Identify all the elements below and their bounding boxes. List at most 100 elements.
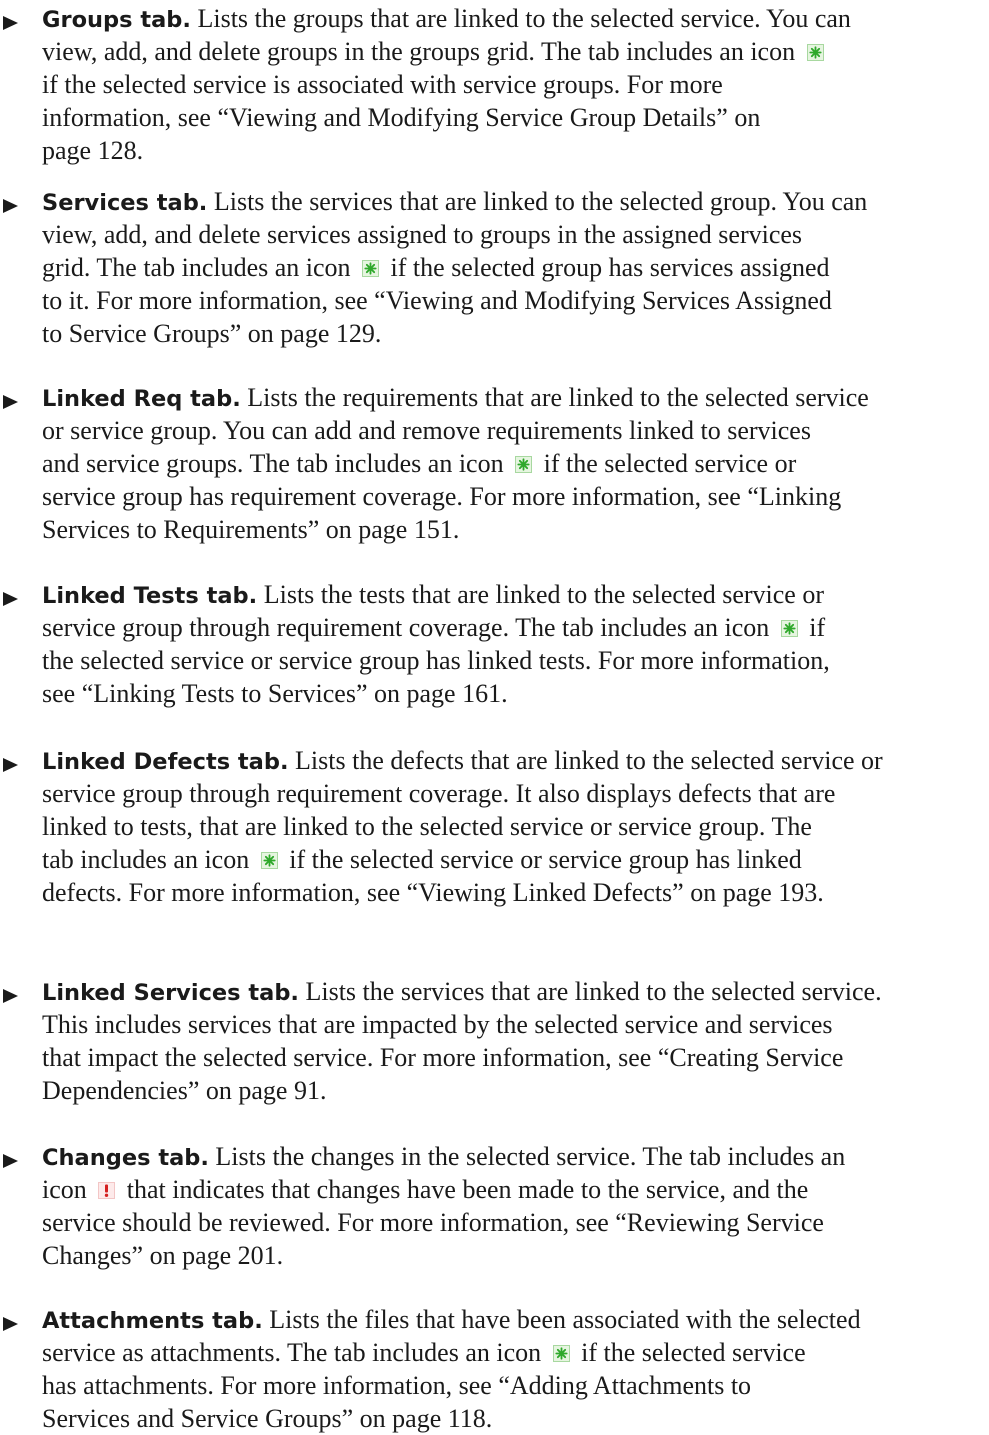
text-run: service as attachments. The tab includes… [42,1338,548,1367]
text-line: that impact the selected service. For mo… [42,1041,989,1074]
bullet-arrow-icon [3,989,18,1003]
text-line: Dependencies” on page 91. [42,1074,989,1107]
tab-name-heading: Linked Req tab. [42,386,241,412]
text-run: Lists the services that are linked to th… [207,187,868,216]
text-line: Groups tab. Lists the groups that are li… [42,2,989,35]
text-line: service group through requirement covera… [42,777,989,810]
text-run: Lists the defects that are linked to the… [288,746,883,775]
text-line: Services and Service Groups” on page 118… [42,1402,989,1435]
text-run: and service groups. The tab includes an … [42,449,511,478]
text-run: page 128. [42,136,144,165]
text-line: page 128. [42,134,989,167]
text-run: service group has requirement coverage. … [42,482,842,511]
text-run: linked to tests, that are linked to the … [42,812,812,841]
star-icon [362,260,380,277]
text-run: if the selected service [574,1338,806,1367]
text-run: that indicates that changes have been ma… [120,1175,809,1204]
text-line: tab includes an icon if the selected ser… [42,843,989,876]
bullet-text: Linked Defects tab. Lists the defects th… [42,744,989,909]
text-run: to Service Groups” on page 129. [42,319,382,348]
text-line: view, add, and delete groups in the grou… [42,35,989,68]
text-line: Changes” on page 201. [42,1239,989,1272]
text-run: Lists the requirements that are linked t… [240,383,869,412]
text-run: has attachments. For more information, s… [42,1371,752,1400]
text-run: if [802,613,826,642]
text-run: Services to Requirements” on page 151. [42,515,460,544]
bullet-arrow-icon [3,199,18,213]
text-line: the selected service or service group ha… [42,644,989,677]
tab-name-heading: Attachments tab. [42,1308,263,1334]
text-line: Attachments tab. Lists the files that ha… [42,1303,989,1336]
text-run: Dependencies” on page 91. [42,1076,327,1105]
text-line: Services tab. Lists the services that ar… [42,185,989,218]
text-run: This includes services that are impacted… [42,1010,833,1039]
text-run: service should be reviewed. For more inf… [42,1208,824,1237]
text-line: and service groups. The tab includes an … [42,447,989,480]
text-run: if the selected service is associated wi… [42,70,723,99]
text-line: if the selected service is associated wi… [42,68,989,101]
text-run: if the selected service or service group… [282,845,802,874]
bullet-arrow-icon [3,1154,18,1168]
text-run: grid. The tab includes an icon [42,253,358,282]
bullet-arrow-icon [3,592,18,606]
star-icon [260,852,278,869]
tab-name-heading: Linked Services tab. [42,980,299,1006]
text-run: Lists the groups that are linked to the … [190,4,851,33]
text-run: see “Linking Tests to Services” on page … [42,679,508,708]
bullet-text: Attachments tab. Lists the files that ha… [42,1303,989,1435]
text-run: information, see “Viewing and Modifying … [42,103,761,132]
text-line: to Service Groups” on page 129. [42,317,989,350]
text-line: service group through requirement covera… [42,611,989,644]
bullet-arrow-icon [3,395,18,409]
text-line: to it. For more information, see “Viewin… [42,284,989,317]
text-run: Lists the files that have been associate… [262,1305,861,1334]
text-run: the selected service or service group ha… [42,646,830,675]
text-line: information, see “Viewing and Modifying … [42,101,989,134]
bullet-arrow-icon [3,758,18,772]
bullet-text: Groups tab. Lists the groups that are li… [42,2,989,167]
bullet-text: Services tab. Lists the services that ar… [42,185,989,350]
bullet-text: Linked Tests tab. Lists the tests that a… [42,578,989,710]
text-run: service group through requirement covera… [42,613,776,642]
text-line: linked to tests, that are linked to the … [42,810,989,843]
text-run: view, add, and delete services assigned … [42,220,803,249]
text-line: has attachments. For more information, s… [42,1369,989,1402]
text-run: service group through requirement covera… [42,779,836,808]
text-line: Linked Defects tab. Lists the defects th… [42,744,989,777]
tab-name-heading: Services tab. [42,190,208,216]
bullet-text: Linked Services tab. Lists the services … [42,975,989,1107]
text-run: or service group. You can add and remove… [42,416,811,445]
text-run: Changes” on page 201. [42,1241,284,1270]
text-line: service as attachments. The tab includes… [42,1336,989,1369]
text-run: that impact the selected service. For mo… [42,1043,844,1072]
text-line: Linked Services tab. Lists the services … [42,975,989,1008]
text-run: to it. For more information, see “Viewin… [42,286,832,315]
text-line: Linked Req tab. Lists the requirements t… [42,381,989,414]
tab-name-heading: Linked Tests tab. [42,583,258,609]
text-line: grid. The tab includes an icon if the se… [42,251,989,284]
bullet-arrow-icon [3,1317,18,1331]
text-line: icon that indicates that changes have be… [42,1173,989,1206]
alert-icon [98,1182,116,1199]
text-run: if the selected group has services assig… [384,253,830,282]
text-run: defects. For more information, see “View… [42,878,824,907]
bullet-arrow-icon [3,16,18,30]
text-line: Linked Tests tab. Lists the tests that a… [42,578,989,611]
tab-name-heading: Groups tab. [42,7,191,33]
tab-name-heading: Linked Defects tab. [42,749,289,775]
text-run: Lists the changes in the selected servic… [208,1142,846,1171]
star-icon [515,456,533,473]
text-run: tab includes an icon [42,845,256,874]
text-line: This includes services that are impacted… [42,1008,989,1041]
text-run: if the selected service or [537,449,797,478]
star-icon [780,620,798,637]
star-icon [806,44,824,61]
text-run: Services and Service Groups” on page 118… [42,1404,493,1433]
bullet-text: Changes tab. Lists the changes in the se… [42,1140,989,1272]
text-line: view, add, and delete services assigned … [42,218,989,251]
text-line: defects. For more information, see “View… [42,876,989,909]
text-line: Services to Requirements” on page 151. [42,513,989,546]
text-run: view, add, and delete groups in the grou… [42,37,802,66]
text-line: Changes tab. Lists the changes in the se… [42,1140,989,1173]
text-run: icon [42,1175,94,1204]
